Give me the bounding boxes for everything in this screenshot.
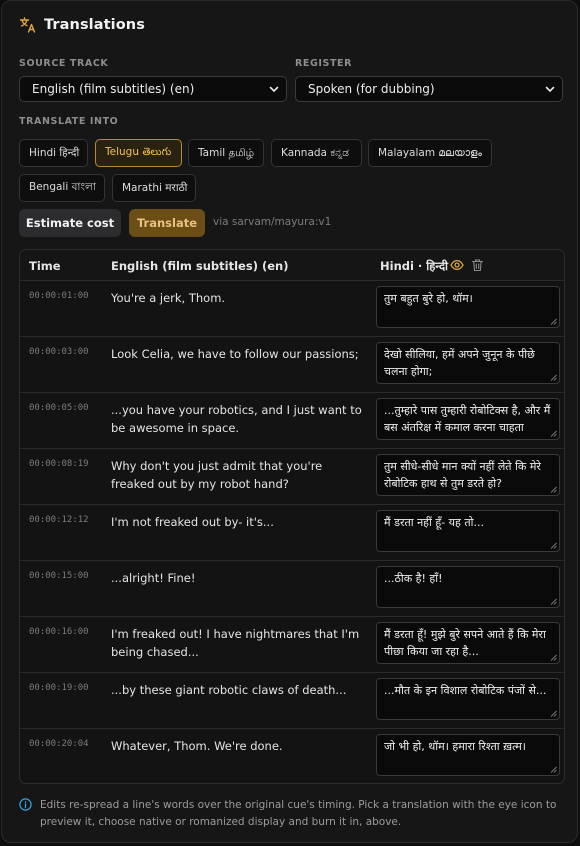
translation-textarea[interactable]: मैं डरता नहीं हूँ- यह तो...: [376, 510, 560, 552]
language-chip-kannada[interactable]: Kannada ಕನ್ನಡ: [271, 139, 362, 167]
time-column-header: Time: [29, 259, 61, 273]
source-track-label: SOURCE TRACK: [19, 58, 109, 69]
source-track-value: English (film subtitles) (en): [32, 82, 195, 96]
cue-time: 00:00:19:00: [29, 683, 89, 693]
register-select[interactable]: Spoken (for dubbing): [295, 76, 563, 102]
language-chip-tamil[interactable]: Tamil தமிழ்: [188, 139, 264, 167]
language-chip-malayalam[interactable]: Malayalam മലയാളം: [368, 139, 492, 167]
translation-textarea[interactable]: मैं डरता हूँ! मुझे बुरे सपने आते हैं कि …: [376, 622, 560, 664]
source-text: Why don't you just admit that you're fre…: [111, 459, 323, 491]
translation-text: जो भी हो, थॉम। हमारा रिश्ता ख़त्म।: [384, 740, 526, 753]
target-column-header: Hindi · हिन्दी: [380, 259, 449, 273]
eye-icon[interactable]: [450, 258, 464, 272]
translation-textarea[interactable]: जो भी हो, थॉम। हमारा रिश्ता ख़त्म।: [376, 734, 560, 776]
translation-text: देखो सीलिया, हमें अपने जुनून के पीछे चलन…: [384, 348, 535, 378]
translation-text: ...ठीक है! हाँ!: [384, 572, 443, 585]
source-track-select[interactable]: English (film subtitles) (en): [19, 76, 287, 102]
footnote: Edits re-spread a line's words over the …: [19, 797, 559, 831]
source-text: You're a jerk, Thom.: [111, 291, 226, 305]
translate-button[interactable]: Translate: [129, 209, 205, 237]
resize-grip-icon[interactable]: [550, 654, 557, 661]
cue-time: 00:00:03:00: [29, 347, 89, 357]
table-row: 00:00:05:00 ...you have your robotics, a…: [20, 393, 564, 449]
translation-text: तुम सीधे-सीधे मान क्यों नहीं लेते कि मेर…: [384, 460, 541, 490]
source-text: ...you have your robotics, and I just wa…: [111, 403, 362, 435]
panel-header: Translations: [19, 16, 145, 34]
translations-panel: Translations SOURCE TRACK English (film …: [1, 0, 578, 843]
source-text: I'm freaked out! I have nightmares that …: [111, 627, 360, 659]
translation-textarea[interactable]: देखो सीलिया, हमें अपने जुनून के पीछे चलन…: [376, 342, 560, 384]
cue-time: 00:00:16:00: [29, 627, 89, 637]
cue-time: 00:00:05:00: [29, 403, 89, 413]
source-text: Look Celia, we have to follow our passio…: [111, 347, 359, 361]
translation-text: मैं डरता नहीं हूँ- यह तो...: [384, 516, 484, 529]
chevron-down-icon: [269, 86, 279, 93]
table-header: Time English (film subtitles) (en) Hindi…: [20, 250, 564, 281]
model-info: via sarvam/mayura:v1: [213, 216, 332, 228]
cue-time: 00:00:20:04: [29, 739, 89, 749]
info-icon: [19, 798, 32, 811]
table-row: 00:00:19:00 ...by these giant robotic cl…: [20, 673, 564, 729]
language-chip-marathi[interactable]: Marathi मराठी: [112, 174, 196, 202]
source-text: Whatever, Thom. We're done.: [111, 739, 283, 753]
source-text: ...alright! Fine!: [111, 571, 196, 585]
language-chip-telugu[interactable]: Telugu తెలుగు: [95, 139, 182, 167]
footnote-text: Edits re-spread a line's words over the …: [40, 799, 557, 828]
resize-grip-icon[interactable]: [550, 766, 557, 773]
panel-title: Translations: [44, 17, 145, 33]
table-row: 00:00:01:00 You're a jerk, Thom. तुम बहु…: [20, 281, 564, 337]
source-text: I'm not freaked out by- it's...: [111, 515, 274, 529]
translate-icon: [19, 17, 36, 33]
translation-text: ...मौत के इन विशाल रोबोटिक पंजों से...: [384, 684, 547, 697]
source-column-header: English (film subtitles) (en): [111, 259, 289, 273]
cue-time: 00:00:15:00: [29, 571, 89, 581]
table-row: 00:00:08:19 Why don't you just admit tha…: [20, 449, 564, 505]
translation-text: तुम बहुत बुरे हो, थॉम।: [384, 292, 473, 305]
translation-textarea[interactable]: ...तुम्हारे पास तुम्हारी रोबोटिक्स है, औ…: [376, 398, 560, 440]
table-row: 00:00:16:00 I'm freaked out! I have nigh…: [20, 617, 564, 673]
translation-textarea[interactable]: ...मौत के इन विशाल रोबोटिक पंजों से...: [376, 678, 560, 720]
register-label: REGISTER: [295, 58, 353, 69]
table-row: 00:00:03:00 Look Celia, we have to follo…: [20, 337, 564, 393]
translation-textarea[interactable]: ...ठीक है! हाँ!: [376, 566, 560, 608]
translate-into-label: TRANSLATE INTO: [19, 116, 119, 127]
cue-time: 00:00:08:19: [29, 459, 89, 469]
translation-text: ...तुम्हारे पास तुम्हारी रोबोटिक्स है, औ…: [384, 404, 551, 434]
resize-grip-icon[interactable]: [550, 710, 557, 717]
chevron-down-icon: [545, 86, 555, 93]
translation-textarea[interactable]: तुम सीधे-सीधे मान क्यों नहीं लेते कि मेर…: [376, 454, 560, 496]
cue-time: 00:00:01:00: [29, 291, 89, 301]
language-chip-bengali[interactable]: Bengali বাংলা: [19, 174, 105, 202]
source-text: ...by these giant robotic claws of death…: [111, 683, 347, 697]
language-chip-hindi[interactable]: Hindi हिन्दी: [19, 139, 88, 167]
resize-grip-icon[interactable]: [550, 374, 557, 381]
register-value: Spoken (for dubbing): [308, 82, 435, 96]
resize-grip-icon[interactable]: [550, 318, 557, 325]
trash-icon[interactable]: [471, 258, 484, 272]
resize-grip-icon[interactable]: [550, 430, 557, 437]
resize-grip-icon[interactable]: [550, 486, 557, 493]
estimate-cost-button[interactable]: Estimate cost: [19, 209, 121, 237]
table-row: 00:00:20:04 Whatever, Thom. We're done. …: [20, 729, 564, 783]
resize-grip-icon[interactable]: [550, 598, 557, 605]
table-row: 00:00:15:00 ...alright! Fine! ...ठीक है!…: [20, 561, 564, 617]
translation-table: Time English (film subtitles) (en) Hindi…: [19, 249, 565, 784]
table-row: 00:00:12:12 I'm not freaked out by- it's…: [20, 505, 564, 561]
translation-textarea[interactable]: तुम बहुत बुरे हो, थॉम।: [376, 286, 560, 328]
cue-time: 00:00:12:12: [29, 515, 89, 525]
translation-text: मैं डरता हूँ! मुझे बुरे सपने आते हैं कि …: [384, 628, 546, 658]
resize-grip-icon[interactable]: [550, 542, 557, 549]
